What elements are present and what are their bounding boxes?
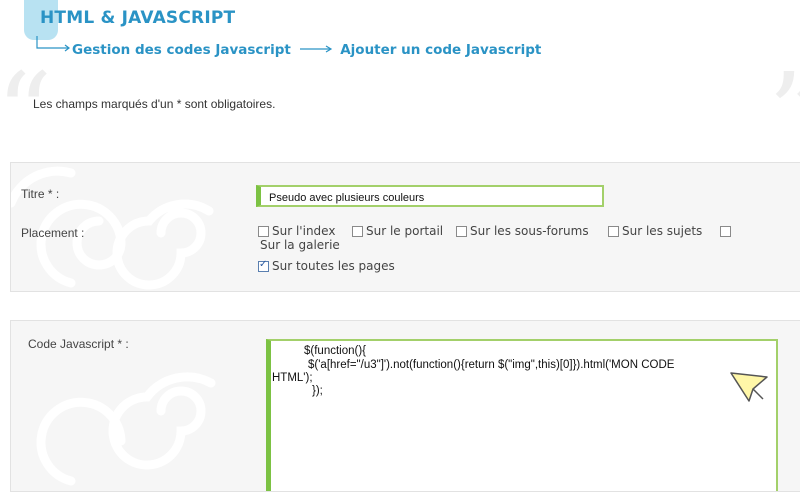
code-label: Code Javascript * : (28, 337, 129, 351)
titre-input[interactable]: Pseudo avec plusieurs couleurs (256, 185, 604, 207)
placement-option-toutes-pages[interactable]: Sur toutes les pages (258, 259, 395, 273)
checkbox-icon[interactable] (720, 226, 731, 237)
quote-close-icon: ” (768, 58, 800, 168)
placement-option-sous-forums[interactable]: Sur les sous-forums (456, 224, 589, 238)
arrow-right-icon (298, 42, 334, 58)
breadcrumb: Gestion des codes Javascript Ajouter un … (72, 42, 541, 58)
page-title: HTML & JAVASCRIPT (40, 8, 236, 28)
code-panel: Code Javascript * : $(function(){ $('a[h… (10, 320, 800, 492)
code-line-2: $('a[href="/u3"]').not(function(){return… (308, 359, 675, 371)
placement-option-portail[interactable]: Sur le portail (352, 224, 443, 238)
code-line-4: }); (312, 385, 323, 397)
checkbox-icon[interactable] (258, 226, 269, 237)
placement-label: Placement : (21, 226, 85, 240)
breadcrumb-item-gestion[interactable]: Gestion des codes Javascript (72, 42, 291, 58)
placement-option-index[interactable]: Sur l'index (258, 224, 335, 238)
pointer-cursor-icon (730, 372, 768, 402)
code-textarea[interactable]: $(function(){ $('a[href="/u3"]').not(fun… (266, 339, 778, 491)
code-line-3: HTML'); (272, 372, 313, 384)
breadcrumb-item-ajouter: Ajouter un code Javascript (340, 42, 542, 58)
checkbox-icon[interactable] (608, 226, 619, 237)
placement-option-sujets[interactable]: Sur les sujets (608, 224, 702, 238)
titre-label: Titre * : (21, 187, 60, 201)
placement-option-galerie-checkbox[interactable] (720, 224, 734, 238)
required-fields-notice: Les champs marqués d'un * sont obligatoi… (33, 97, 276, 111)
quote-open-icon: “ (0, 49, 53, 177)
checkbox-icon[interactable] (352, 226, 363, 237)
code-line-1: $(function(){ (304, 345, 367, 357)
placement-option-galerie-label: Sur la galerie (260, 238, 340, 252)
checkbox-icon[interactable] (456, 226, 467, 237)
settings-panel: Titre * : Pseudo avec plusieurs couleurs… (10, 162, 800, 292)
checkbox-checked-icon[interactable] (258, 259, 269, 272)
